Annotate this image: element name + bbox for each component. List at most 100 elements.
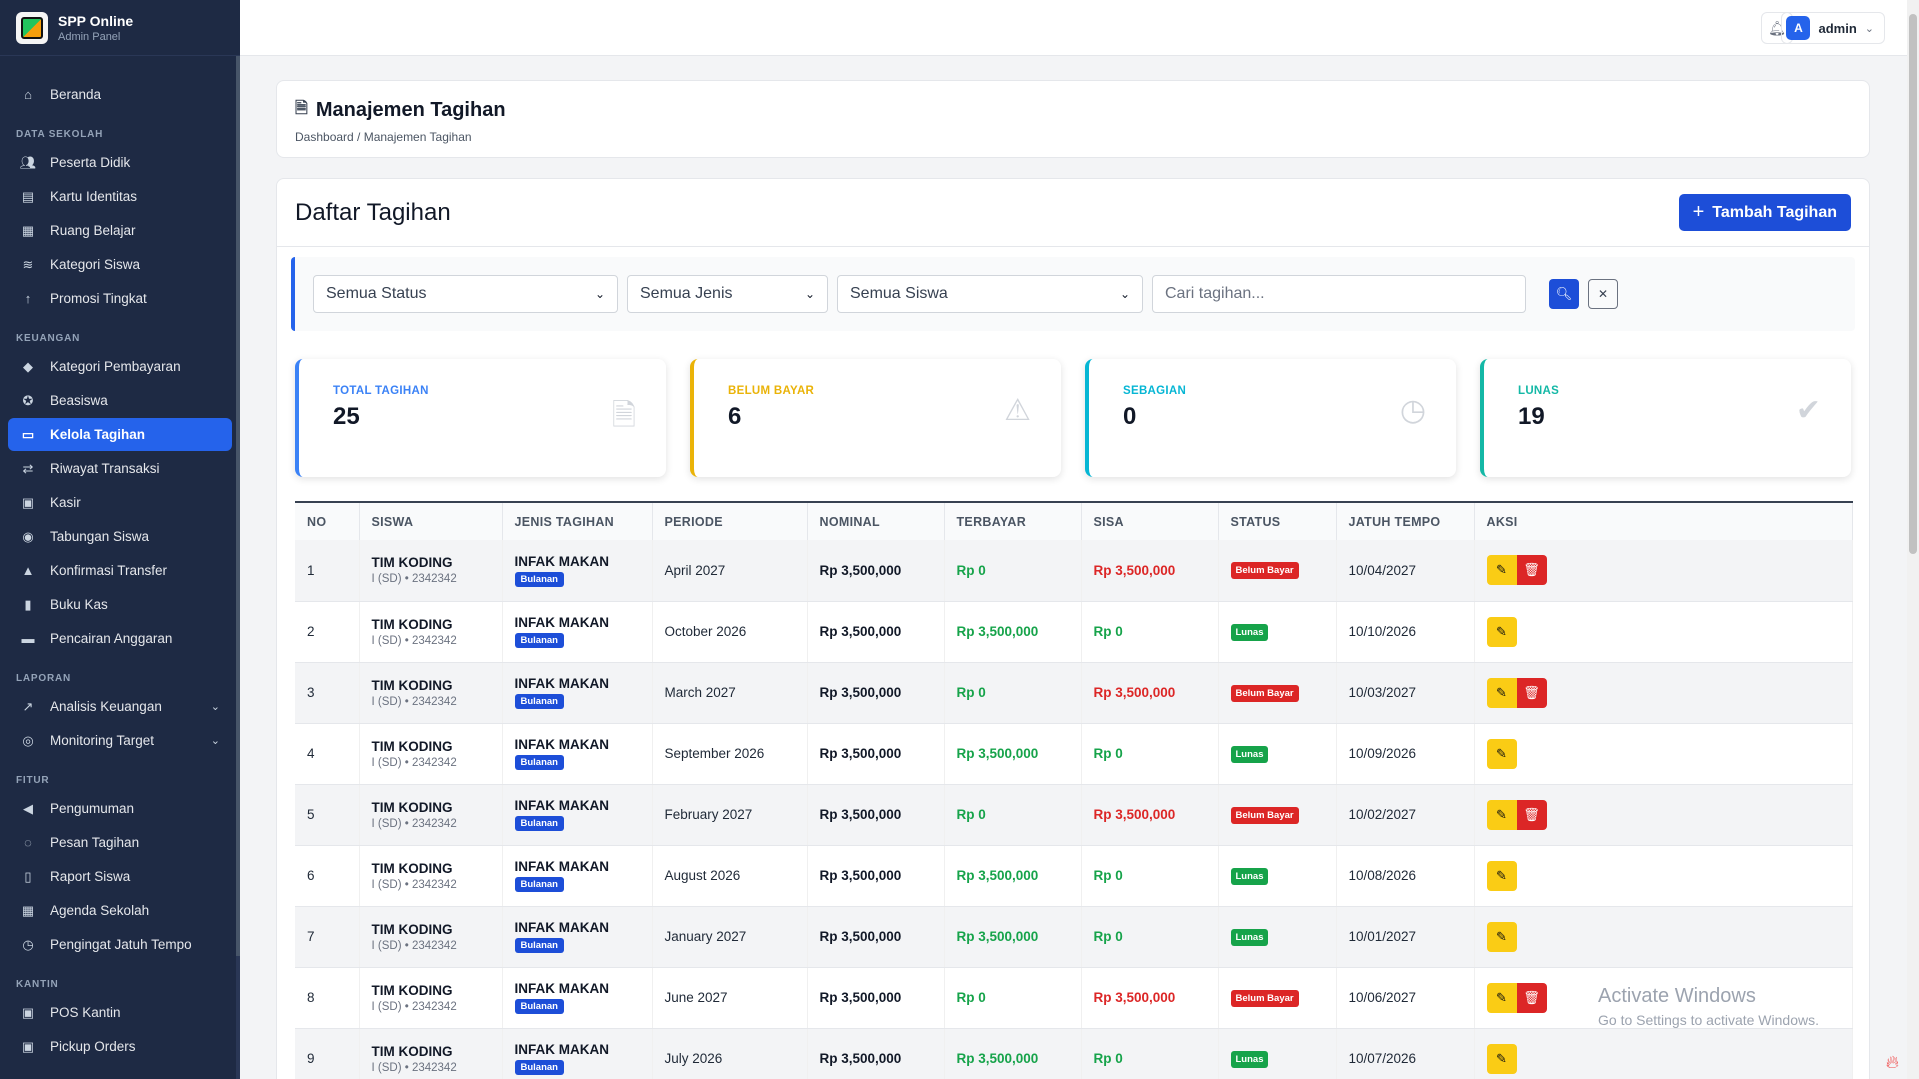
sidebar-item-label: Kartu Identitas — [50, 189, 138, 204]
cell-no: 3 — [295, 662, 360, 724]
bill-frequency-badge: Bulanan — [514, 999, 564, 1014]
cell-period: June 2027 — [652, 967, 808, 1029]
cell-student: TIM KODING I (SD) • 2342342 — [359, 540, 503, 602]
status-filter-select[interactable]: Semua Status ⌄ — [313, 275, 618, 313]
edit-icon: ✎ — [1496, 745, 1507, 761]
cell-due-date: 10/03/2027 — [1336, 662, 1475, 724]
column-header-terbayar[interactable]: TERBAYAR — [944, 502, 1082, 540]
column-header-no[interactable]: NO — [295, 502, 360, 540]
edit-button[interactable]: ✎ — [1486, 677, 1517, 708]
table-row[interactable]: 4 TIM KODING I (SD) • 2342342 INFAK MAKA… — [295, 723, 1853, 785]
page-title-text: Manajemen Tagihan — [315, 99, 506, 121]
sidebar-item-kategori-pembayaran[interactable]: ◆ Kategori Pembayaran — [8, 350, 232, 383]
type-filter-select[interactable]: Semua Jenis ⌄ — [627, 275, 828, 313]
sidebar-item-analisis-keuangan[interactable]: ↗ Analisis Keuangan ⌄ — [8, 690, 232, 723]
bill-frequency-badge: Bulanan — [514, 938, 564, 953]
cell-remaining: Rp 0 — [1081, 601, 1219, 663]
add-bill-button[interactable]: + Tambah Tagihan — [1678, 194, 1851, 231]
edit-button[interactable]: ✎ — [1486, 555, 1517, 586]
student-name: TIM KODING — [371, 738, 453, 754]
brand[interactable]: SPP Online Admin Panel — [0, 0, 240, 56]
delete-button[interactable]: 🗑︎ — [1516, 555, 1547, 586]
stat-card-lunas: LUNAS 19 ✔ — [1480, 359, 1851, 477]
search-input[interactable] — [1152, 275, 1526, 313]
table-row[interactable]: 7 TIM KODING I (SD) • 2342342 INFAK MAKA… — [295, 906, 1853, 968]
sidebar-item-pesan-tagihan[interactable]: ◌ Pesan Tagihan — [8, 826, 232, 859]
cash-register-icon: ▣ — [21, 494, 35, 510]
chevron-down-icon: ⌄ — [594, 287, 605, 301]
student-name: TIM KODING — [371, 921, 453, 937]
edit-button[interactable]: ✎ — [1486, 1043, 1517, 1074]
sidebar-item-kelola-tagihan[interactable]: ▭ Kelola Tagihan — [8, 418, 232, 451]
edit-button[interactable]: ✎ — [1486, 860, 1517, 891]
edit-button[interactable]: ✎ — [1486, 616, 1517, 647]
column-header-aksi[interactable]: AKSI — [1474, 502, 1853, 540]
edit-button[interactable]: ✎ — [1486, 738, 1517, 769]
sidebar-item-agenda-sekolah[interactable]: ▦ Agenda Sekolah — [8, 894, 232, 927]
column-header-sisa[interactable]: SISA — [1081, 502, 1219, 540]
delete-button[interactable]: 🗑︎ — [1516, 982, 1547, 1013]
search-button[interactable]: 🔍︎ — [1549, 279, 1579, 309]
sidebar-item-pos-kantin[interactable]: ▣ POS Kantin — [8, 996, 232, 1029]
bill-type-name: INFAK MAKAN — [514, 859, 610, 874]
table-row[interactable]: 5 TIM KODING I (SD) • 2342342 INFAK MAKA… — [295, 784, 1853, 846]
sidebar-item-beasiswa[interactable]: ✪ Beasiswa — [8, 384, 232, 417]
sidebar-item-peserta-didik[interactable]: 👥︎ Peserta Didik — [8, 146, 232, 179]
edit-button[interactable]: ✎ — [1486, 982, 1517, 1013]
table-row[interactable]: 1 TIM KODING I (SD) • 2342342 INFAK MAKA… — [295, 540, 1853, 602]
table-row[interactable]: 3 TIM KODING I (SD) • 2342342 INFAK MAKA… — [295, 662, 1853, 724]
stat-value: 0 — [1123, 403, 1137, 430]
sidebar-item-buku-kas[interactable]: ▮ Buku Kas — [8, 588, 232, 621]
sidebar-scrollbar-thumb[interactable] — [236, 56, 240, 956]
table-row[interactable]: 2 TIM KODING I (SD) • 2342342 INFAK MAKA… — [295, 601, 1853, 663]
cell-period: March 2027 — [652, 662, 808, 724]
sidebar-item-pencairan-anggaran[interactable]: ▬ Pencairan Anggaran — [8, 622, 232, 655]
cell-paid: Rp 0 — [944, 540, 1082, 602]
delete-button[interactable]: 🗑︎ — [1516, 799, 1547, 830]
column-header-siswa[interactable]: SISWA — [359, 502, 503, 540]
student-class-id: I (SD) • 2342342 — [371, 939, 457, 952]
shopping-bag-icon: ▣ — [21, 1038, 35, 1054]
column-header-jenis-tagihan[interactable]: JENIS TAGIHAN — [502, 502, 653, 540]
cell-status: Belum Bayar — [1218, 967, 1337, 1029]
sidebar-item-pickup-orders[interactable]: ▣ Pickup Orders — [8, 1030, 232, 1063]
clear-filter-button[interactable]: ✕ — [1588, 279, 1618, 309]
sidebar-item-kategori-siswa[interactable]: ≋ Kategori Siswa — [8, 248, 232, 281]
sidebar-item-riwayat-transaksi[interactable]: ⇄ Riwayat Transaksi — [8, 452, 232, 485]
delete-button[interactable]: 🗑︎ — [1516, 677, 1547, 708]
cell-paid: Rp 0 — [944, 967, 1082, 1029]
cell-bill-type: INFAK MAKAN Bulanan — [502, 906, 653, 968]
sidebar-item-kartu-identitas[interactable]: ▤ Kartu Identitas — [8, 180, 232, 213]
sidebar-item-promosi-tingkat[interactable]: ↑ Promosi Tingkat — [8, 282, 232, 315]
sidebar-item-monitoring-target[interactable]: ◎ Monitoring Target ⌄ — [8, 724, 232, 757]
column-header-status[interactable]: STATUS — [1218, 502, 1337, 540]
sidebar-item-pengumuman[interactable]: ◀ Pengumuman — [8, 792, 232, 825]
column-header-jatuh-tempo[interactable]: JATUH TEMPO — [1336, 502, 1475, 540]
column-header-nominal[interactable]: NOMINAL — [807, 502, 945, 540]
sidebar-item-beranda[interactable]: ⌂ Beranda — [8, 78, 232, 111]
cell-paid: Rp 3,500,000 — [944, 906, 1082, 968]
bill-type-name: INFAK MAKAN — [514, 981, 610, 996]
edit-icon: ✎ — [1496, 562, 1507, 578]
trash-icon: 🗑︎ — [1523, 684, 1540, 700]
student-name: TIM KODING — [371, 1043, 453, 1059]
page-scrollbar[interactable] — [1907, 0, 1919, 1079]
table-row[interactable]: 9 TIM KODING I (SD) • 2342342 INFAK MAKA… — [295, 1028, 1853, 1079]
sidebar-item-ruang-belajar[interactable]: ▦ Ruang Belajar — [8, 214, 232, 247]
student-filter-select[interactable]: Semua Siswa ⌄ — [837, 275, 1143, 313]
column-header-periode[interactable]: PERIODE — [652, 502, 808, 540]
sidebar-item-raport-siswa[interactable]: ▯ Raport Siswa — [8, 860, 232, 893]
table-row[interactable]: 6 TIM KODING I (SD) • 2342342 INFAK MAKA… — [295, 845, 1853, 907]
sidebar-item-tabungan-siswa[interactable]: ◉ Tabungan Siswa — [8, 520, 232, 553]
page-scrollbar-thumb[interactable] — [1909, 14, 1917, 554]
edit-button[interactable]: ✎ — [1486, 921, 1517, 952]
sidebar-item-kasir[interactable]: ▣ Kasir — [8, 486, 232, 519]
close-icon: ✕ — [1597, 287, 1609, 301]
edit-button[interactable]: ✎ — [1486, 799, 1517, 830]
sidebar-item-pengingat-jatuh-tempo[interactable]: ◷ Pengingat Jatuh Tempo — [8, 928, 232, 961]
user-menu-button[interactable]: A admin ⌄ — [1781, 12, 1885, 44]
sidebar-nav: ⌂ Beranda DATA SEKOLAH 👥︎ Peserta Didik ▤ Ka… — [0, 56, 240, 1072]
sidebar-item-konfirmasi-transfer[interactable]: ▲ Konfirmasi Transfer — [8, 554, 232, 587]
cell-student: TIM KODING I (SD) • 2342342 — [359, 906, 503, 968]
cell-nominal: Rp 3,500,000 — [807, 967, 945, 1029]
